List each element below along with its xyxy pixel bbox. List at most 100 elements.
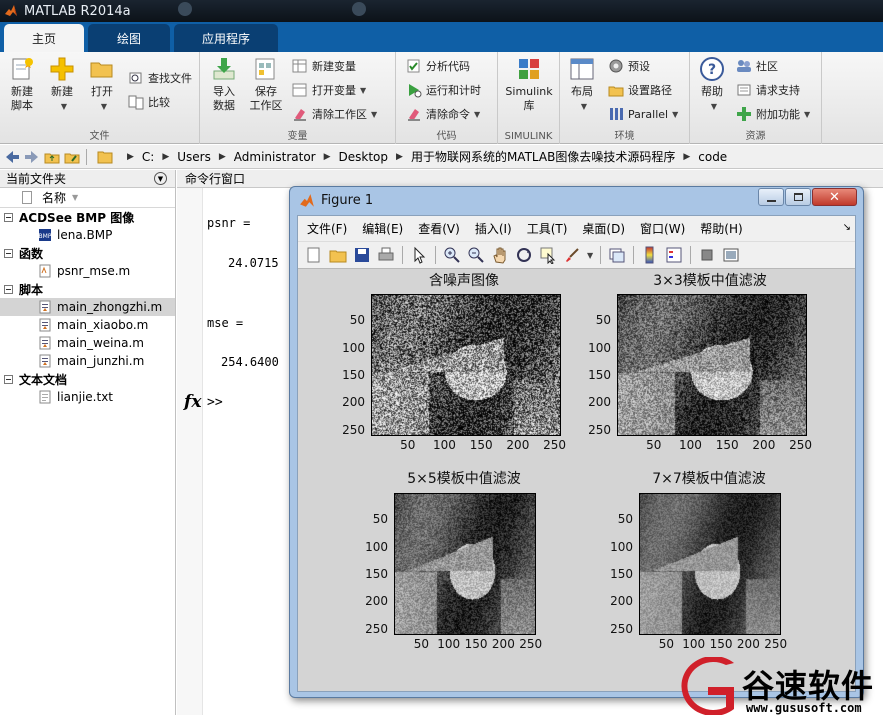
minimize-button[interactable] [758, 188, 784, 206]
watermark: 谷速软件 www.gususoft.com [680, 657, 883, 715]
up-folder-icon[interactable] [44, 149, 60, 165]
zoom-in-icon[interactable] [443, 246, 461, 264]
pointer-icon[interactable] [410, 246, 428, 264]
zoom-out-icon[interactable] [467, 246, 485, 264]
tab-plots[interactable]: 绘图 [88, 24, 170, 52]
save-quick-icon[interactable] [178, 2, 192, 16]
collapse-icon[interactable] [4, 212, 13, 222]
file-item[interactable]: main_zhongzhi.m [0, 298, 175, 316]
clear-commands-button[interactable]: 清除命令 ▼ [406, 104, 480, 124]
minimize-icon [767, 200, 776, 202]
collapse-icon[interactable] [4, 284, 13, 294]
help-button[interactable]: ? 帮助 ▼ [690, 56, 734, 114]
file-item[interactable]: main_weina.m [0, 334, 175, 352]
addons-button[interactable]: 附加功能 ▼ [736, 104, 810, 124]
maximize-button[interactable] [785, 188, 811, 206]
breadcrumb-item[interactable]: Administrator [234, 150, 316, 164]
file-group-header[interactable]: 脚本 [0, 280, 175, 298]
clear-workspace-button[interactable]: 清除工作区 ▼ [292, 104, 377, 124]
panel-menu-icon[interactable]: ▼ [154, 172, 167, 185]
open-variable-button[interactable]: 打开变量 ▼ [292, 80, 366, 100]
figure-title-bar[interactable]: Figure 1 ✕ [290, 187, 863, 214]
legend-icon[interactable] [665, 246, 683, 264]
file-group-header[interactable]: 函数 [0, 244, 175, 262]
print-icon[interactable] [377, 246, 395, 264]
simulink-library-button[interactable]: Simulink 库 [498, 56, 560, 113]
new-button[interactable]: 新建 ▼ [40, 56, 84, 114]
compare-button[interactable]: 比较 [128, 92, 170, 112]
breadcrumb-item[interactable]: Desktop [339, 150, 389, 164]
breadcrumb-item[interactable]: code [698, 150, 727, 164]
import-data-button[interactable]: 导入 数据 [202, 56, 246, 113]
back-arrow-icon[interactable] [4, 149, 20, 165]
breadcrumb-item[interactable]: 用于物联网系统的MATLAB图像去噪技术源码程序 [411, 148, 675, 165]
show-plot-tools-icon[interactable] [722, 246, 740, 264]
quick-access-icon[interactable] [352, 2, 366, 16]
figure-menu-item[interactable]: 工具(T) [527, 220, 568, 237]
open-file-icon[interactable] [329, 246, 347, 264]
breadcrumb-separator-icon[interactable]: ▶ [396, 152, 403, 162]
figure-menu-item[interactable]: 查看(V) [418, 220, 460, 237]
maximize-icon [794, 193, 803, 201]
tab-home[interactable]: 主页 [4, 24, 84, 52]
brush-dropdown-icon[interactable]: ▼ [587, 251, 593, 260]
pan-hand-icon[interactable] [491, 246, 509, 264]
file-group-header[interactable]: 文本文档 [0, 370, 175, 388]
tab-apps[interactable]: 应用程序 [174, 24, 278, 52]
find-files-button[interactable]: 查找文件 [128, 68, 192, 88]
breadcrumb-separator-icon[interactable]: ▶ [324, 152, 331, 162]
collapse-icon[interactable] [4, 374, 13, 384]
parallel-button[interactable]: Parallel ▼ [608, 104, 678, 124]
layout-button[interactable]: 布局 ▼ [560, 56, 604, 114]
save-workspace-button[interactable]: 保存 工作区 [244, 56, 288, 113]
close-button[interactable]: ✕ [812, 188, 857, 206]
function-file-icon [38, 264, 52, 278]
y-tick-label: 150 [365, 567, 388, 582]
figure-menu-item[interactable]: 编辑(E) [362, 220, 403, 237]
new-variable-button[interactable]: 新建变量 [292, 56, 356, 76]
file-item[interactable]: lianjie.txt [0, 388, 175, 406]
name-column-header[interactable]: 名称 ▼ [0, 188, 175, 208]
command-prompt[interactable]: >> [207, 395, 223, 410]
data-cursor-icon[interactable] [539, 246, 557, 265]
colorbar-icon[interactable] [641, 246, 659, 264]
file-item[interactable]: main_xiaobo.m [0, 316, 175, 334]
new-script-button[interactable]: 新建 脚本 [0, 56, 44, 113]
brush-icon[interactable] [563, 246, 581, 264]
breadcrumb-separator-icon[interactable]: ▶ [127, 152, 134, 162]
file-item[interactable]: psnr_mse.m [0, 262, 175, 280]
run-and-time-button[interactable]: 运行和计时 [406, 80, 481, 100]
link-plot-icon[interactable] [608, 246, 626, 264]
community-button[interactable]: 社区 [736, 56, 778, 76]
analyze-code-button[interactable]: 分析代码 [406, 56, 470, 76]
request-support-button[interactable]: 请求支持 [736, 80, 800, 100]
file-group-header[interactable]: ACDSee BMP 图像 [0, 208, 175, 226]
file-item[interactable]: BMP lena.BMP [0, 226, 175, 244]
x-tick-label: 200 [506, 438, 530, 452]
breadcrumb-item[interactable]: Users [177, 150, 211, 164]
breadcrumb-separator-icon[interactable]: ▶ [162, 152, 169, 162]
set-path-button[interactable]: 设置路径 [608, 80, 672, 100]
breadcrumb-item[interactable]: C: [142, 150, 154, 164]
breadcrumb-separator-icon[interactable]: ▶ [219, 152, 226, 162]
new-figure-icon[interactable] [305, 246, 323, 264]
menubar-dock-icon[interactable]: ↘ [843, 222, 851, 233]
psnr-label: psnr = [207, 216, 251, 230]
breadcrumb-separator-icon[interactable]: ▶ [683, 152, 690, 162]
figure-menu-item[interactable]: 帮助(H) [700, 220, 742, 237]
hide-plot-tools-icon[interactable] [698, 246, 716, 264]
figure-window[interactable]: Figure 1 ✕ 文件(F) 编辑(E) 查看(V) 插入(I) 工具(T) 桌面(D… [289, 186, 864, 698]
figure-menu-item[interactable]: 桌面(D) [582, 220, 625, 237]
collapse-icon[interactable] [4, 248, 13, 258]
preferences-button[interactable]: 预设 [608, 56, 650, 76]
figure-menu-item[interactable]: 文件(F) [307, 220, 347, 237]
figure-menu-item[interactable]: 插入(I) [475, 220, 512, 237]
figure-menu-item[interactable]: 窗口(W) [640, 220, 685, 237]
forward-arrow-icon[interactable] [24, 149, 40, 165]
browse-folder-icon[interactable] [64, 149, 80, 165]
file-item[interactable]: main_junzhi.m [0, 352, 175, 370]
function-browser-icon[interactable]: fx [184, 392, 201, 412]
open-button[interactable]: 打开 ▼ [80, 56, 124, 114]
save-icon[interactable] [353, 246, 371, 264]
rotate-3d-icon[interactable] [515, 246, 533, 264]
